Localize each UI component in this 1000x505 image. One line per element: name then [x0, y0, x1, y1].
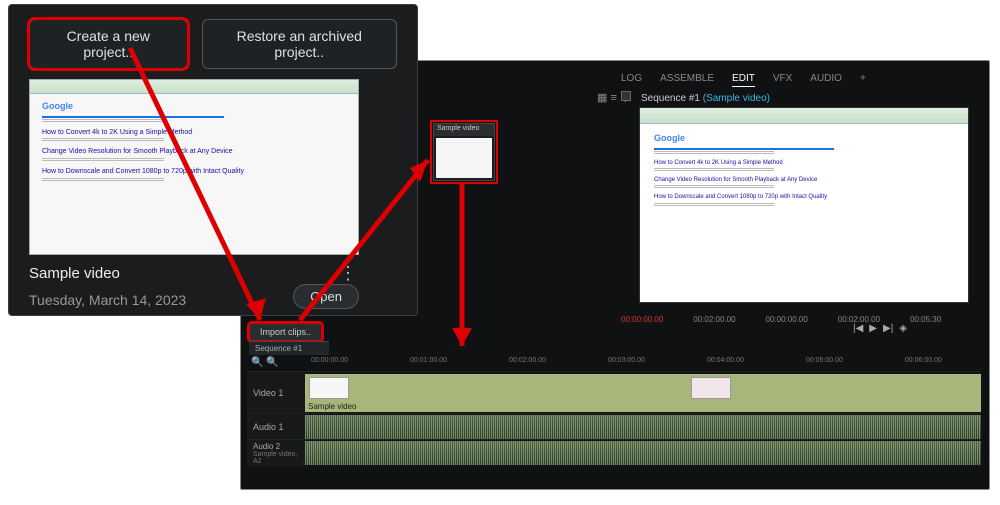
- audio1-label: Audio 1: [247, 414, 305, 439]
- open-project-button[interactable]: Open: [293, 284, 359, 309]
- audio-track-2[interactable]: Audio 2 Sample video, A2: [247, 439, 981, 467]
- thumb-logo: Google: [654, 132, 954, 145]
- tab-vfx[interactable]: VFX: [773, 73, 792, 87]
- add-tab-icon[interactable]: +: [860, 73, 866, 87]
- zoom-controls[interactable]: 🔍 🔍: [251, 357, 279, 368]
- play-icon[interactable]: ▶: [869, 323, 877, 334]
- bin-clip-image: [436, 138, 492, 178]
- tab-assemble[interactable]: ASSEMBLE: [660, 73, 714, 87]
- prev-icon[interactable]: |◀: [853, 323, 863, 334]
- timeline[interactable]: Video 1 Sample video Audio 1 Audio 2 Sam…: [247, 371, 981, 481]
- restore-project-button[interactable]: Restore an archived project..: [202, 19, 397, 69]
- timeline-ruler: 00:00:00.00 00:01:00.00 00:02:00.00 00:0…: [311, 357, 979, 369]
- import-clips-button[interactable]: Import clips..: [249, 323, 322, 341]
- clip-thumb-end: [691, 377, 731, 399]
- transport-controls[interactable]: |◀ ▶ ▶| ◈: [853, 323, 907, 334]
- tc-2: 00:02:00.00: [693, 315, 735, 324]
- timecode-row: 00:00:00.00 00:02:00.00 00:00:00.00 00:0…: [621, 311, 979, 327]
- tc-5: 00:05:30: [910, 315, 941, 324]
- video-track-label: Video 1: [247, 372, 305, 413]
- audio-track-1[interactable]: Audio 1: [247, 413, 981, 439]
- audio2-label: Audio 2 Sample video, A2: [247, 440, 305, 467]
- tab-log[interactable]: LOG: [621, 73, 642, 87]
- sequence-tab[interactable]: Sequence #1: [249, 341, 329, 355]
- project-manager-panel: Create a new project.. Restore an archiv…: [8, 4, 418, 316]
- tc-3: 00:00:00.00: [766, 315, 808, 324]
- sequence-video-name: (Sample video): [703, 93, 770, 104]
- bin-clip-label: Sample video: [434, 124, 494, 136]
- bin-clip-thumbnail[interactable]: Sample video: [433, 123, 495, 181]
- project-card[interactable]: Google How to Convert 4k to 2K Using a S…: [29, 79, 359, 309]
- sequence-title: Sequence #1 (Sample video): [641, 93, 770, 104]
- create-project-button[interactable]: Create a new project..: [29, 19, 188, 69]
- sequence-icon: [621, 91, 631, 101]
- video-track-1[interactable]: Video 1 Sample video: [247, 371, 981, 413]
- clip-thumb-start: [309, 377, 349, 399]
- video-clip[interactable]: Sample video: [305, 374, 981, 412]
- audio-clip-1[interactable]: [305, 415, 981, 439]
- project-thumbnail: Google How to Convert 4k to 2K Using a S…: [29, 79, 359, 255]
- project-date: Tuesday, March 14, 2023: [29, 292, 186, 308]
- more-options-icon[interactable]: ⋮: [339, 263, 359, 284]
- project-name: Sample video: [29, 265, 120, 282]
- loop-icon[interactable]: ◈: [899, 323, 907, 334]
- workspace-tabs: LOG ASSEMBLE EDIT VFX AUDIO +: [621, 73, 866, 87]
- tab-edit[interactable]: EDIT: [732, 73, 755, 87]
- tab-audio[interactable]: AUDIO: [810, 73, 842, 87]
- sequence-name: Sequence #1: [641, 93, 700, 104]
- audio-clip-2[interactable]: [305, 441, 981, 465]
- preview-viewer: Google How to Convert 4k to 2K Using a S…: [639, 107, 969, 303]
- tc-in: 00:00:00.00: [621, 315, 663, 324]
- video-clip-label: Sample video: [308, 402, 356, 411]
- next-icon[interactable]: ▶|: [883, 323, 893, 334]
